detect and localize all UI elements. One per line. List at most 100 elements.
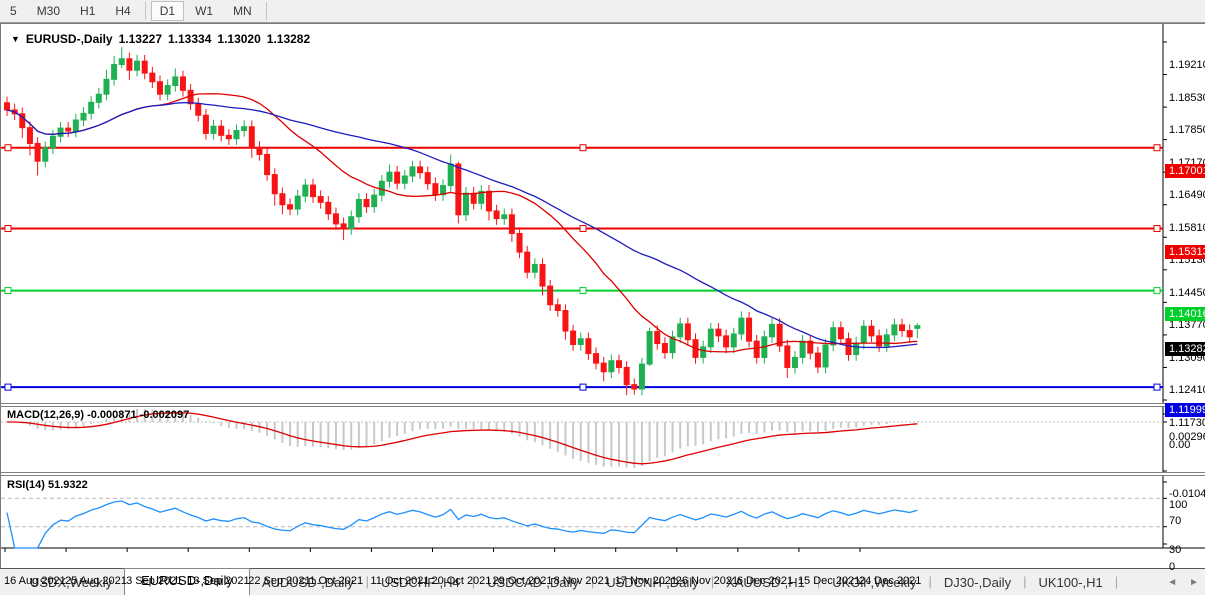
chart-tab-dj30-daily[interactable]: DJ30-,Daily — [932, 572, 1023, 595]
candle-body — [294, 195, 301, 210]
level-line-handle[interactable] — [579, 225, 587, 233]
candle-body — [332, 213, 339, 225]
ohlc-high: 1.13334 — [168, 32, 212, 46]
candle-body — [791, 356, 798, 368]
pane-splitter-rsi[interactable] — [1, 472, 1205, 476]
level-line-handle[interactable] — [4, 287, 12, 295]
candle-body — [547, 285, 554, 306]
candle-body — [264, 153, 271, 176]
current-price-badge: 1.13282 — [1165, 341, 1205, 356]
level-line-handle[interactable] — [579, 287, 587, 295]
candle-body — [501, 214, 508, 220]
timeframe-button-MN[interactable]: MN — [224, 1, 261, 21]
candle-body — [914, 325, 921, 329]
level-line-handle[interactable] — [579, 144, 587, 152]
date-tick-label: 25 Aug 2021 — [65, 575, 127, 587]
tab-scroll-right-icon[interactable]: ► — [1189, 577, 1199, 588]
level-line-handle[interactable] — [4, 144, 12, 152]
candle-body — [271, 174, 278, 195]
timeframe-button-D1[interactable]: D1 — [150, 1, 185, 21]
chart-tab-uk100-h1[interactable]: UK100-,H1 — [1026, 572, 1114, 595]
timeframe-button-5[interactable]: 5 — [1, 1, 26, 21]
candle-body — [424, 172, 431, 185]
date-tick-label: 6 Dec 2021 — [736, 575, 794, 587]
candle-body — [906, 330, 913, 338]
level-line-handle[interactable] — [1153, 225, 1161, 233]
candle-body — [516, 232, 523, 253]
ohlc-close: 1.13282 — [266, 32, 311, 46]
level-price-badge-1.15313[interactable]: 1.15313 — [1165, 244, 1205, 259]
level-line-handle[interactable] — [1153, 287, 1161, 295]
level-line-handle[interactable] — [1153, 383, 1161, 391]
chart-canvas[interactable] — [1, 24, 1205, 569]
candle-body — [868, 325, 875, 337]
rsi-tick-label: 100 — [1169, 499, 1188, 511]
candle-body — [677, 323, 684, 338]
chart-window[interactable]: ▼ EURUSD-,Daily 1.13227 1.13334 1.13020 … — [0, 23, 1205, 587]
timeframe-button-M30[interactable]: M30 — [28, 1, 69, 21]
price-tick-label: 1.16490 — [1169, 189, 1205, 202]
toolbar-separator — [265, 2, 267, 20]
date-tick-label: 3 Sep 2021 — [126, 575, 183, 587]
timeframe-button-H4[interactable]: H4 — [106, 1, 139, 21]
candle-body — [126, 58, 133, 71]
tab-scroll-left-icon[interactable]: ◄ — [1167, 577, 1177, 588]
candle-body — [65, 127, 72, 132]
timeframe-button-H1[interactable]: H1 — [71, 1, 104, 21]
level-line-handle[interactable] — [4, 383, 12, 391]
candle-body — [233, 130, 240, 140]
level-line-handle[interactable] — [1153, 144, 1161, 152]
price-tick-label: 1.11730 — [1169, 417, 1205, 429]
chart-dropdown-icon[interactable]: ▼ — [11, 34, 20, 44]
date-tick-label: 20 Oct 2021 — [431, 575, 492, 587]
candle-body — [562, 310, 569, 332]
date-tick-label: 13 Sep 2021 — [187, 575, 250, 587]
ma-fast-line — [6, 93, 918, 353]
date-tick-label: 22 Sep 2021 — [248, 575, 311, 587]
candle-body — [455, 163, 462, 216]
candle-body — [646, 331, 653, 365]
pane-splitter-macd[interactable] — [1, 403, 1205, 407]
date-tick-label: 15 Dec 2021 — [797, 575, 861, 587]
level-line-handle[interactable] — [4, 225, 12, 233]
candle-body — [608, 360, 615, 373]
rsi-tick-label: 30 — [1169, 543, 1182, 556]
candle-body — [371, 194, 378, 208]
candle-body — [34, 142, 41, 162]
date-tick-label: 17 Nov 2021 — [614, 575, 678, 587]
candle-body — [363, 198, 370, 208]
candle-body — [554, 304, 561, 311]
date-tick-label: 8 Nov 2021 — [553, 575, 610, 587]
candle-body — [409, 166, 416, 177]
candle-body — [80, 112, 87, 121]
rsi-tick-label: 70 — [1169, 515, 1182, 528]
candle-body — [4, 102, 10, 111]
candle-body — [623, 366, 630, 386]
candle-body — [325, 201, 332, 215]
price-tick-label: 1.19210 — [1169, 59, 1205, 71]
price-tick-label: 1.14450 — [1169, 286, 1205, 299]
price-tick-label: 1.15810 — [1169, 221, 1205, 234]
candle-body — [539, 264, 546, 287]
date-tick-label: 1 Oct 2021 — [309, 575, 364, 587]
candle-body — [631, 384, 638, 390]
timeframe-toolbar: 5 M30 H1 H4 D1 W1 MN — [0, 0, 1205, 23]
price-tick-label: 1.18530 — [1169, 91, 1205, 104]
candle-body — [394, 171, 401, 184]
candle-body — [860, 325, 867, 344]
level-price-badge-1.14016[interactable]: 1.14016 — [1165, 306, 1205, 321]
candle-body — [141, 60, 148, 74]
date-tick-label: 24 Dec 2021 — [858, 575, 922, 587]
candle-body — [26, 127, 33, 144]
level-price-badge-1.11999[interactable]: 1.11999 — [1165, 403, 1205, 418]
rsi-indicator-label: RSI(14) 51.9322 — [7, 479, 88, 491]
macd-indicator-label: MACD(12,26,9) -0.000871 -0.002097 — [7, 409, 190, 421]
date-tick-label: 16 Aug 2021 — [4, 575, 66, 587]
level-line-handle[interactable] — [579, 383, 587, 391]
candle-body — [814, 352, 821, 368]
timeframe-button-W1[interactable]: W1 — [186, 1, 222, 21]
date-tick-label: 29 Oct 2021 — [492, 575, 553, 587]
ohlc-open: 1.13227 — [118, 32, 162, 46]
candle-body — [218, 125, 225, 136]
level-price-badge-1.17001[interactable]: 1.17001 — [1165, 163, 1205, 178]
